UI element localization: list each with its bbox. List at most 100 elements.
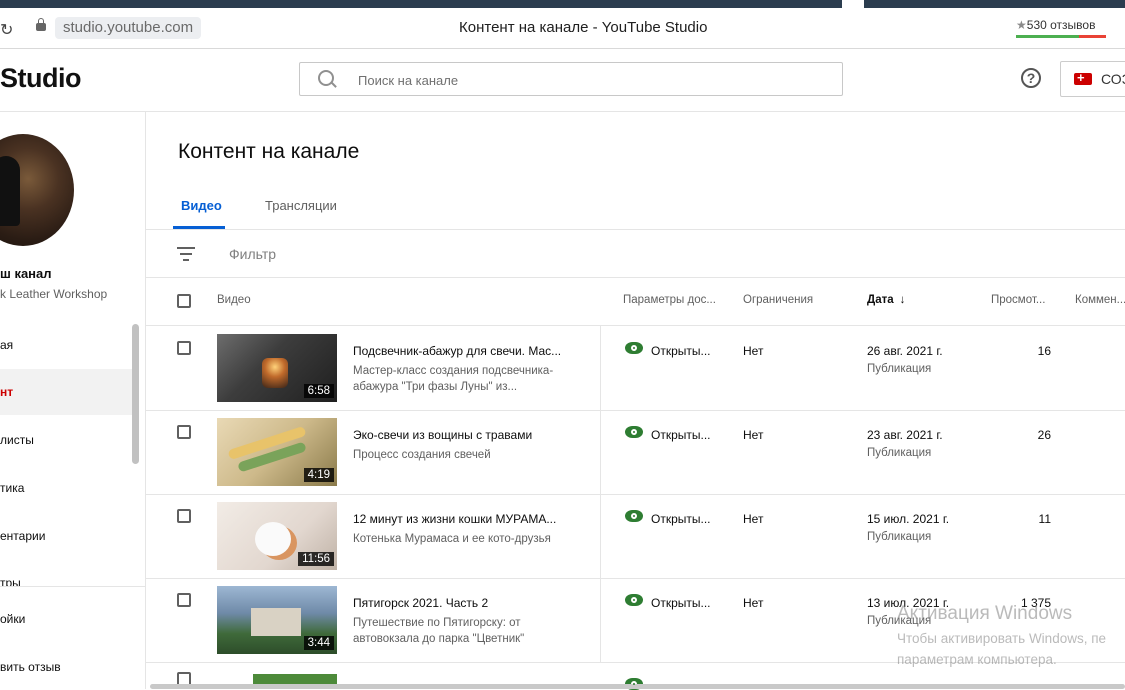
sidebar-item-dashboard[interactable]: ая	[0, 322, 133, 368]
publish-date: 26 авг. 2021 г.	[867, 344, 943, 358]
sidebar-item-analytics[interactable]: тика	[0, 465, 133, 511]
video-thumbnail[interactable]: 3:44	[217, 586, 337, 654]
tab-videos[interactable]: Видео	[181, 198, 222, 213]
video-camera-icon	[1074, 70, 1092, 85]
tab-live[interactable]: Трансляции	[265, 198, 337, 213]
visibility-status[interactable]: Открыты...	[651, 512, 711, 526]
sidebar-divider	[0, 586, 145, 587]
browser-page-title: Контент на канале - YouTube Studio	[459, 19, 708, 36]
star-icon: ★	[1016, 18, 1027, 32]
thumbnail-art	[251, 608, 301, 636]
reviews-link[interactable]: ★530 отзывов	[1016, 18, 1095, 32]
search-icon	[318, 70, 334, 86]
create-button-label: СОЗ	[1101, 71, 1125, 87]
avatar-figure	[0, 156, 20, 226]
sidebar-item-playlists[interactable]: листы	[0, 417, 133, 463]
row-checkbox[interactable]	[177, 593, 191, 607]
create-button[interactable]: СОЗ	[1060, 61, 1125, 97]
date-type: Публикация	[867, 447, 932, 459]
eye-icon	[625, 510, 643, 522]
duration-badge: 11:56	[298, 552, 334, 566]
help-icon[interactable]: ?	[1021, 68, 1041, 88]
publish-date: 15 июл. 2021 г.	[867, 512, 950, 526]
table-row[interactable]: 6:58 Подсвечник-абажур для свечи. Мас...…	[146, 326, 1125, 411]
video-description: Котенька Мурамаса и ее кото-друзья	[353, 533, 551, 545]
video-title[interactable]: Подсвечник-абажур для свечи. Мас...	[353, 344, 593, 358]
table-row[interactable]: 11:56 12 минут из жизни кошки МУРАМА... …	[146, 494, 1125, 579]
thumbnail-art	[255, 522, 291, 556]
search-box[interactable]	[299, 62, 843, 96]
visibility-status[interactable]: Открыты...	[651, 344, 711, 358]
video-description: Мастер-класс создания подсвечника-абажур…	[353, 365, 554, 393]
tabs-divider	[146, 229, 1125, 230]
eye-icon	[625, 426, 643, 438]
reload-icon[interactable]: ↻	[0, 20, 13, 40]
visibility-status[interactable]: Открыты...	[651, 428, 711, 442]
thumbnail-art	[262, 358, 288, 388]
filter-input[interactable]: Фильтр	[229, 246, 276, 262]
select-all-checkbox[interactable]	[177, 294, 191, 308]
video-thumbnail[interactable]: 4:19	[217, 418, 337, 486]
publish-date: 23 авг. 2021 г.	[867, 428, 943, 442]
views-count: 26	[1037, 428, 1051, 442]
eye-icon	[625, 594, 643, 606]
video-title[interactable]: Эко-свечи из вощины с травами	[353, 428, 593, 442]
video-description: Путешествие по Пятигорску: от автовокзал…	[353, 617, 525, 645]
restrictions-value: Нет	[743, 344, 764, 358]
tab-gap	[842, 0, 864, 8]
col-comments[interactable]: Коммен...	[1075, 294, 1125, 306]
filter-divider	[146, 277, 1125, 278]
col-date-label: Дата	[867, 294, 894, 306]
row-checkbox[interactable]	[177, 425, 191, 439]
video-thumbnail[interactable]: 11:56	[217, 502, 337, 570]
video-description: Процесс создания свечей	[353, 449, 491, 461]
restrictions-value: Нет	[743, 512, 764, 526]
lock-icon[interactable]	[36, 18, 46, 31]
duration-badge: 4:19	[303, 468, 334, 482]
duration-badge: 3:44	[303, 636, 334, 650]
col-views[interactable]: Просмот...	[991, 294, 1045, 306]
video-title[interactable]: 12 минут из жизни кошки МУРАМА...	[353, 512, 593, 526]
duration-badge: 6:58	[303, 384, 334, 398]
video-title[interactable]: Пятигорск 2021. Часть 2	[353, 596, 593, 610]
row-checkbox[interactable]	[177, 341, 191, 355]
reviews-rating-bar	[1016, 35, 1106, 38]
sidebar-scrollbar[interactable]	[132, 324, 139, 464]
date-type: Публикация	[867, 531, 932, 543]
page-title: Контент на канале	[178, 140, 360, 163]
arrow-down-icon: ↓	[899, 294, 906, 306]
visibility-status[interactable]: Открыты...	[651, 596, 711, 610]
col-visibility[interactable]: Параметры дос...	[623, 294, 716, 306]
table-row[interactable]: 4:19 Эко-свечи из вощины с травами Проце…	[146, 410, 1125, 495]
horizontal-scrollbar[interactable]	[150, 684, 1125, 689]
studio-header: Studio ? СОЗ	[0, 49, 1125, 112]
sidebar-item-settings[interactable]: ойки	[0, 596, 133, 642]
channel-name: k Leather Workshop	[0, 287, 108, 301]
watermark-line: параметрам компьютера.	[897, 652, 1057, 667]
video-thumbnail[interactable]: 6:58	[217, 334, 337, 402]
windows-activation-text: Чтобы активировать Windows, пе параметрам…	[897, 628, 1106, 670]
eye-icon	[625, 342, 643, 354]
search-input[interactable]	[356, 69, 820, 91]
channel-avatar[interactable]	[0, 134, 74, 246]
url-field[interactable]: studio.youtube.com	[55, 17, 202, 39]
sidebar-item-feedback[interactable]: вить отзыв	[0, 644, 133, 690]
channel-label: ш канал	[0, 266, 52, 281]
restrictions-value: Нет	[743, 596, 764, 610]
views-count: 16	[1037, 344, 1051, 358]
col-date[interactable]: Дата ↓	[867, 294, 905, 306]
row-checkbox[interactable]	[177, 509, 191, 523]
col-restrictions[interactable]: Ограничения	[743, 294, 813, 306]
filter-icon[interactable]	[177, 247, 195, 265]
watermark-line: Чтобы активировать Windows, пе	[897, 631, 1107, 646]
sidebar-item-comments[interactable]: ентарии	[0, 513, 133, 559]
sidebar: ш канал k Leather Workshop ая нт листы т…	[0, 112, 146, 689]
date-type: Публикация	[867, 363, 932, 375]
windows-activation-title: Активация Windows	[897, 603, 1073, 624]
studio-logo[interactable]: Studio	[0, 63, 81, 94]
browser-tab-strip	[0, 0, 1125, 8]
sidebar-item-content[interactable]: нт	[0, 369, 133, 415]
col-video: Видео	[217, 294, 251, 306]
restrictions-value: Нет	[743, 428, 764, 442]
sidebar-item-filters[interactable]: тры	[0, 560, 133, 586]
